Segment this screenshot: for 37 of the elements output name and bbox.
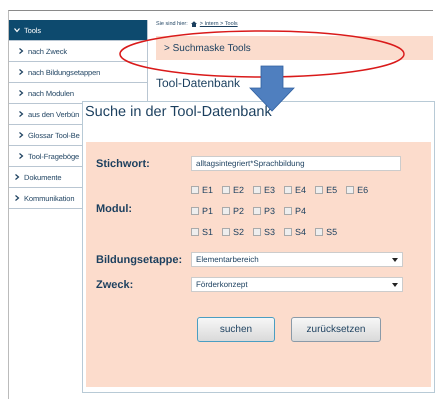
chevron-icon — [14, 174, 20, 180]
module-checkbox[interactable]: E1 — [191, 185, 214, 195]
page-heading: Tool-Datenbank — [156, 76, 242, 90]
module-checkbox[interactable]: E4 — [284, 185, 306, 195]
module-checkbox[interactable]: E5 — [315, 185, 338, 195]
search-button[interactable]: suchen — [197, 317, 275, 342]
module-checkbox[interactable]: E3 — [253, 185, 276, 195]
chevron-icon — [18, 111, 24, 117]
module-checkbox[interactable]: P1 — [191, 206, 214, 216]
chevron-icon — [18, 48, 24, 54]
module-checkbox[interactable]: P3 — [253, 206, 276, 216]
reset-button[interactable]: zurücksetzen — [291, 317, 381, 342]
module-checkbox[interactable]: S2 — [222, 227, 244, 237]
field-label: Stichwort: — [96, 158, 151, 170]
module-checkbox[interactable]: E6 — [346, 185, 368, 195]
dropdown[interactable]: Elementarbereich — [191, 252, 403, 267]
module-checkbox[interactable]: P4 — [284, 206, 306, 216]
section-bar[interactable]: > Suchmaske Tools — [156, 36, 433, 60]
keyword-field[interactable]: alltagsintegriert*Sprachbildung — [191, 156, 401, 171]
dropdown[interactable]: Förderkonzept — [191, 277, 403, 292]
module-checkbox[interactable]: S1 — [191, 227, 214, 237]
field-label: Zweck: — [96, 278, 134, 290]
module-checkbox[interactable]: P2 — [222, 206, 244, 216]
module-checkbox[interactable]: S3 — [253, 227, 276, 237]
caret-icon — [392, 258, 398, 262]
caret-icon — [392, 282, 398, 286]
chevron-icon — [18, 90, 24, 96]
module-checkbox[interactable]: S5 — [315, 227, 338, 237]
module-checkbox[interactable]: S4 — [284, 227, 306, 237]
chevron-icon — [18, 132, 24, 138]
chevron-icon — [14, 27, 20, 33]
home-icon[interactable] — [190, 21, 197, 27]
field-label: Bildungsetappe: — [96, 254, 184, 266]
module-checkbox[interactable]: E2 — [222, 185, 244, 195]
chevron-icon — [14, 195, 20, 201]
chevron-icon — [18, 153, 24, 159]
chevron-icon — [18, 69, 24, 75]
